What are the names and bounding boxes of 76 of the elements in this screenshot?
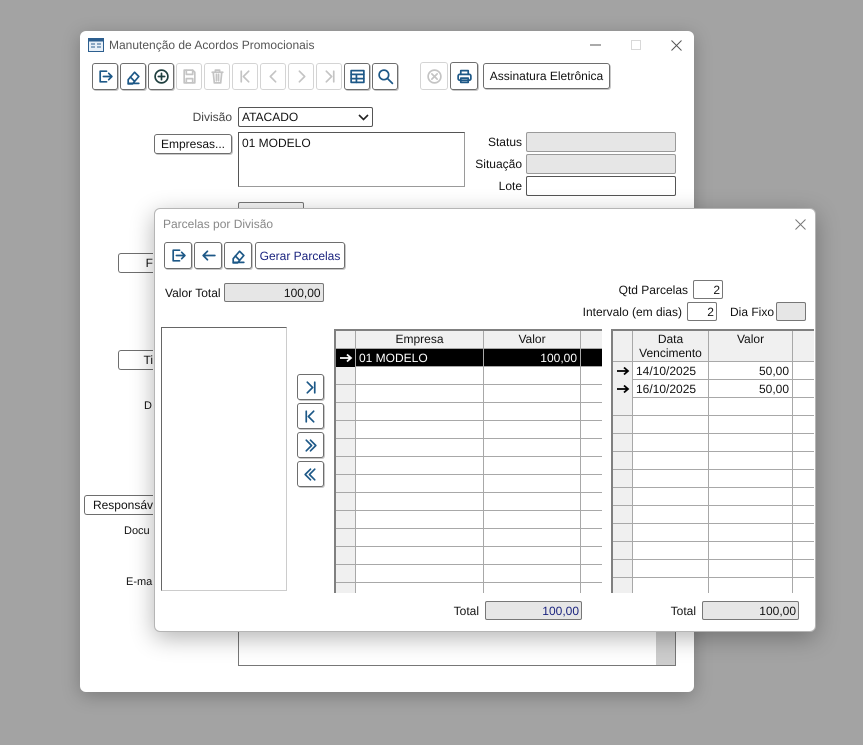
trash-icon: [208, 68, 226, 84]
table-cell: 16/10/2025: [633, 380, 709, 398]
toolbar-button[interactable]: [297, 461, 324, 487]
input-field[interactable]: 2: [686, 302, 717, 321]
generate-button[interactable]: Gerar Parcelas: [255, 242, 345, 269]
toolbar-button[interactable]: [92, 62, 118, 90]
table-icon: [348, 68, 366, 84]
toolbar-button[interactable]: [372, 62, 398, 90]
row-pointer-icon: [616, 366, 630, 376]
toolbar-button[interactable]: [344, 62, 370, 90]
toolbar-button[interactable]: [297, 374, 324, 400]
column-header: Empresa: [356, 331, 484, 348]
table-row[interactable]: 01 MODELO 100,00: [336, 349, 602, 367]
window-title: Manutenção de Acordos Promocionais: [109, 37, 314, 54]
table-cell: 14/10/2025: [633, 362, 709, 380]
table-cell: 100,00: [484, 349, 581, 367]
total-label: Total: [670, 602, 696, 620]
table-cell: 01 MODELO: [356, 349, 484, 367]
field-label: Intervalo (em dias): [582, 304, 682, 320]
toolbar-button[interactable]: [224, 242, 252, 269]
minimize-icon[interactable]: [590, 44, 601, 46]
window-title: Parcelas por Divisão: [163, 216, 274, 233]
field-label: Dia Fixo: [730, 304, 774, 320]
table-cell: 50,00: [709, 380, 793, 398]
toolbar-button[interactable]: [297, 403, 324, 429]
close-icon[interactable]: [671, 40, 682, 50]
dropdown-value: ATACADO: [242, 109, 300, 126]
toolbar-button[interactable]: [164, 242, 192, 269]
exit-icon: [170, 247, 186, 264]
field-label: Docu: [124, 524, 150, 539]
column-header: Valor: [484, 331, 581, 348]
form-button[interactable]: F: [118, 253, 153, 273]
close-icon[interactable]: [795, 218, 806, 230]
input-field[interactable]: [526, 176, 676, 196]
table-cell: 50,00: [709, 362, 793, 380]
scrollbar[interactable]: [656, 632, 675, 665]
input-field[interactable]: 100,00: [224, 283, 324, 302]
field-label: E-ma: [126, 575, 152, 590]
table-row[interactable]: 14/10/2025 50,00: [613, 362, 814, 380]
input-field[interactable]: 100,00: [702, 601, 799, 620]
total-label: Total: [454, 602, 479, 620]
field-label: Status: [486, 134, 523, 151]
form-button[interactable]: Responsáv: [84, 495, 153, 515]
signature-button[interactable]: Assinatura Eletrônica: [483, 63, 610, 89]
companies-list[interactable]: 01 MODELO: [238, 132, 465, 187]
table-row[interactable]: 16/10/2025 50,00: [613, 380, 814, 398]
exit-icon: [96, 68, 114, 84]
list-item[interactable]: 01 MODELO: [242, 134, 464, 152]
column-header: Data Vencimento: [633, 331, 709, 361]
form-button[interactable]: Ti: [118, 350, 153, 370]
toolbar-button[interactable]: [450, 62, 478, 90]
window-icon: [88, 38, 104, 52]
field-label: Situação: [474, 156, 523, 173]
field-label: D: [144, 399, 152, 414]
column-header: Valor: [709, 331, 793, 361]
cancel-icon: [426, 68, 442, 84]
division-dropdown[interactable]: ATACADO: [238, 107, 373, 127]
save-icon: [180, 68, 198, 84]
search-icon: [376, 68, 394, 84]
toolbar-button[interactable]: [148, 62, 174, 90]
input-field[interactable]: 2: [693, 280, 723, 299]
toolbar-button[interactable]: [120, 62, 146, 90]
plus-circle-icon: [152, 68, 170, 84]
text-area[interactable]: [238, 632, 676, 666]
field-label: Valor Total: [165, 284, 221, 302]
field-label: Qtd Parcelas: [618, 282, 688, 298]
chevron-down-icon: [358, 114, 369, 120]
field-label: Lote: [498, 178, 523, 195]
companies-button[interactable]: Empresas...: [154, 134, 232, 154]
row-pointer-icon: [616, 384, 630, 394]
field-label: Divisão: [192, 109, 233, 126]
input-field[interactable]: 100,00: [485, 601, 582, 620]
printer-icon: [456, 68, 472, 84]
row-pointer-icon: [338, 353, 352, 363]
toolbar-button[interactable]: [194, 242, 222, 269]
toolbar-button[interactable]: [297, 432, 324, 458]
